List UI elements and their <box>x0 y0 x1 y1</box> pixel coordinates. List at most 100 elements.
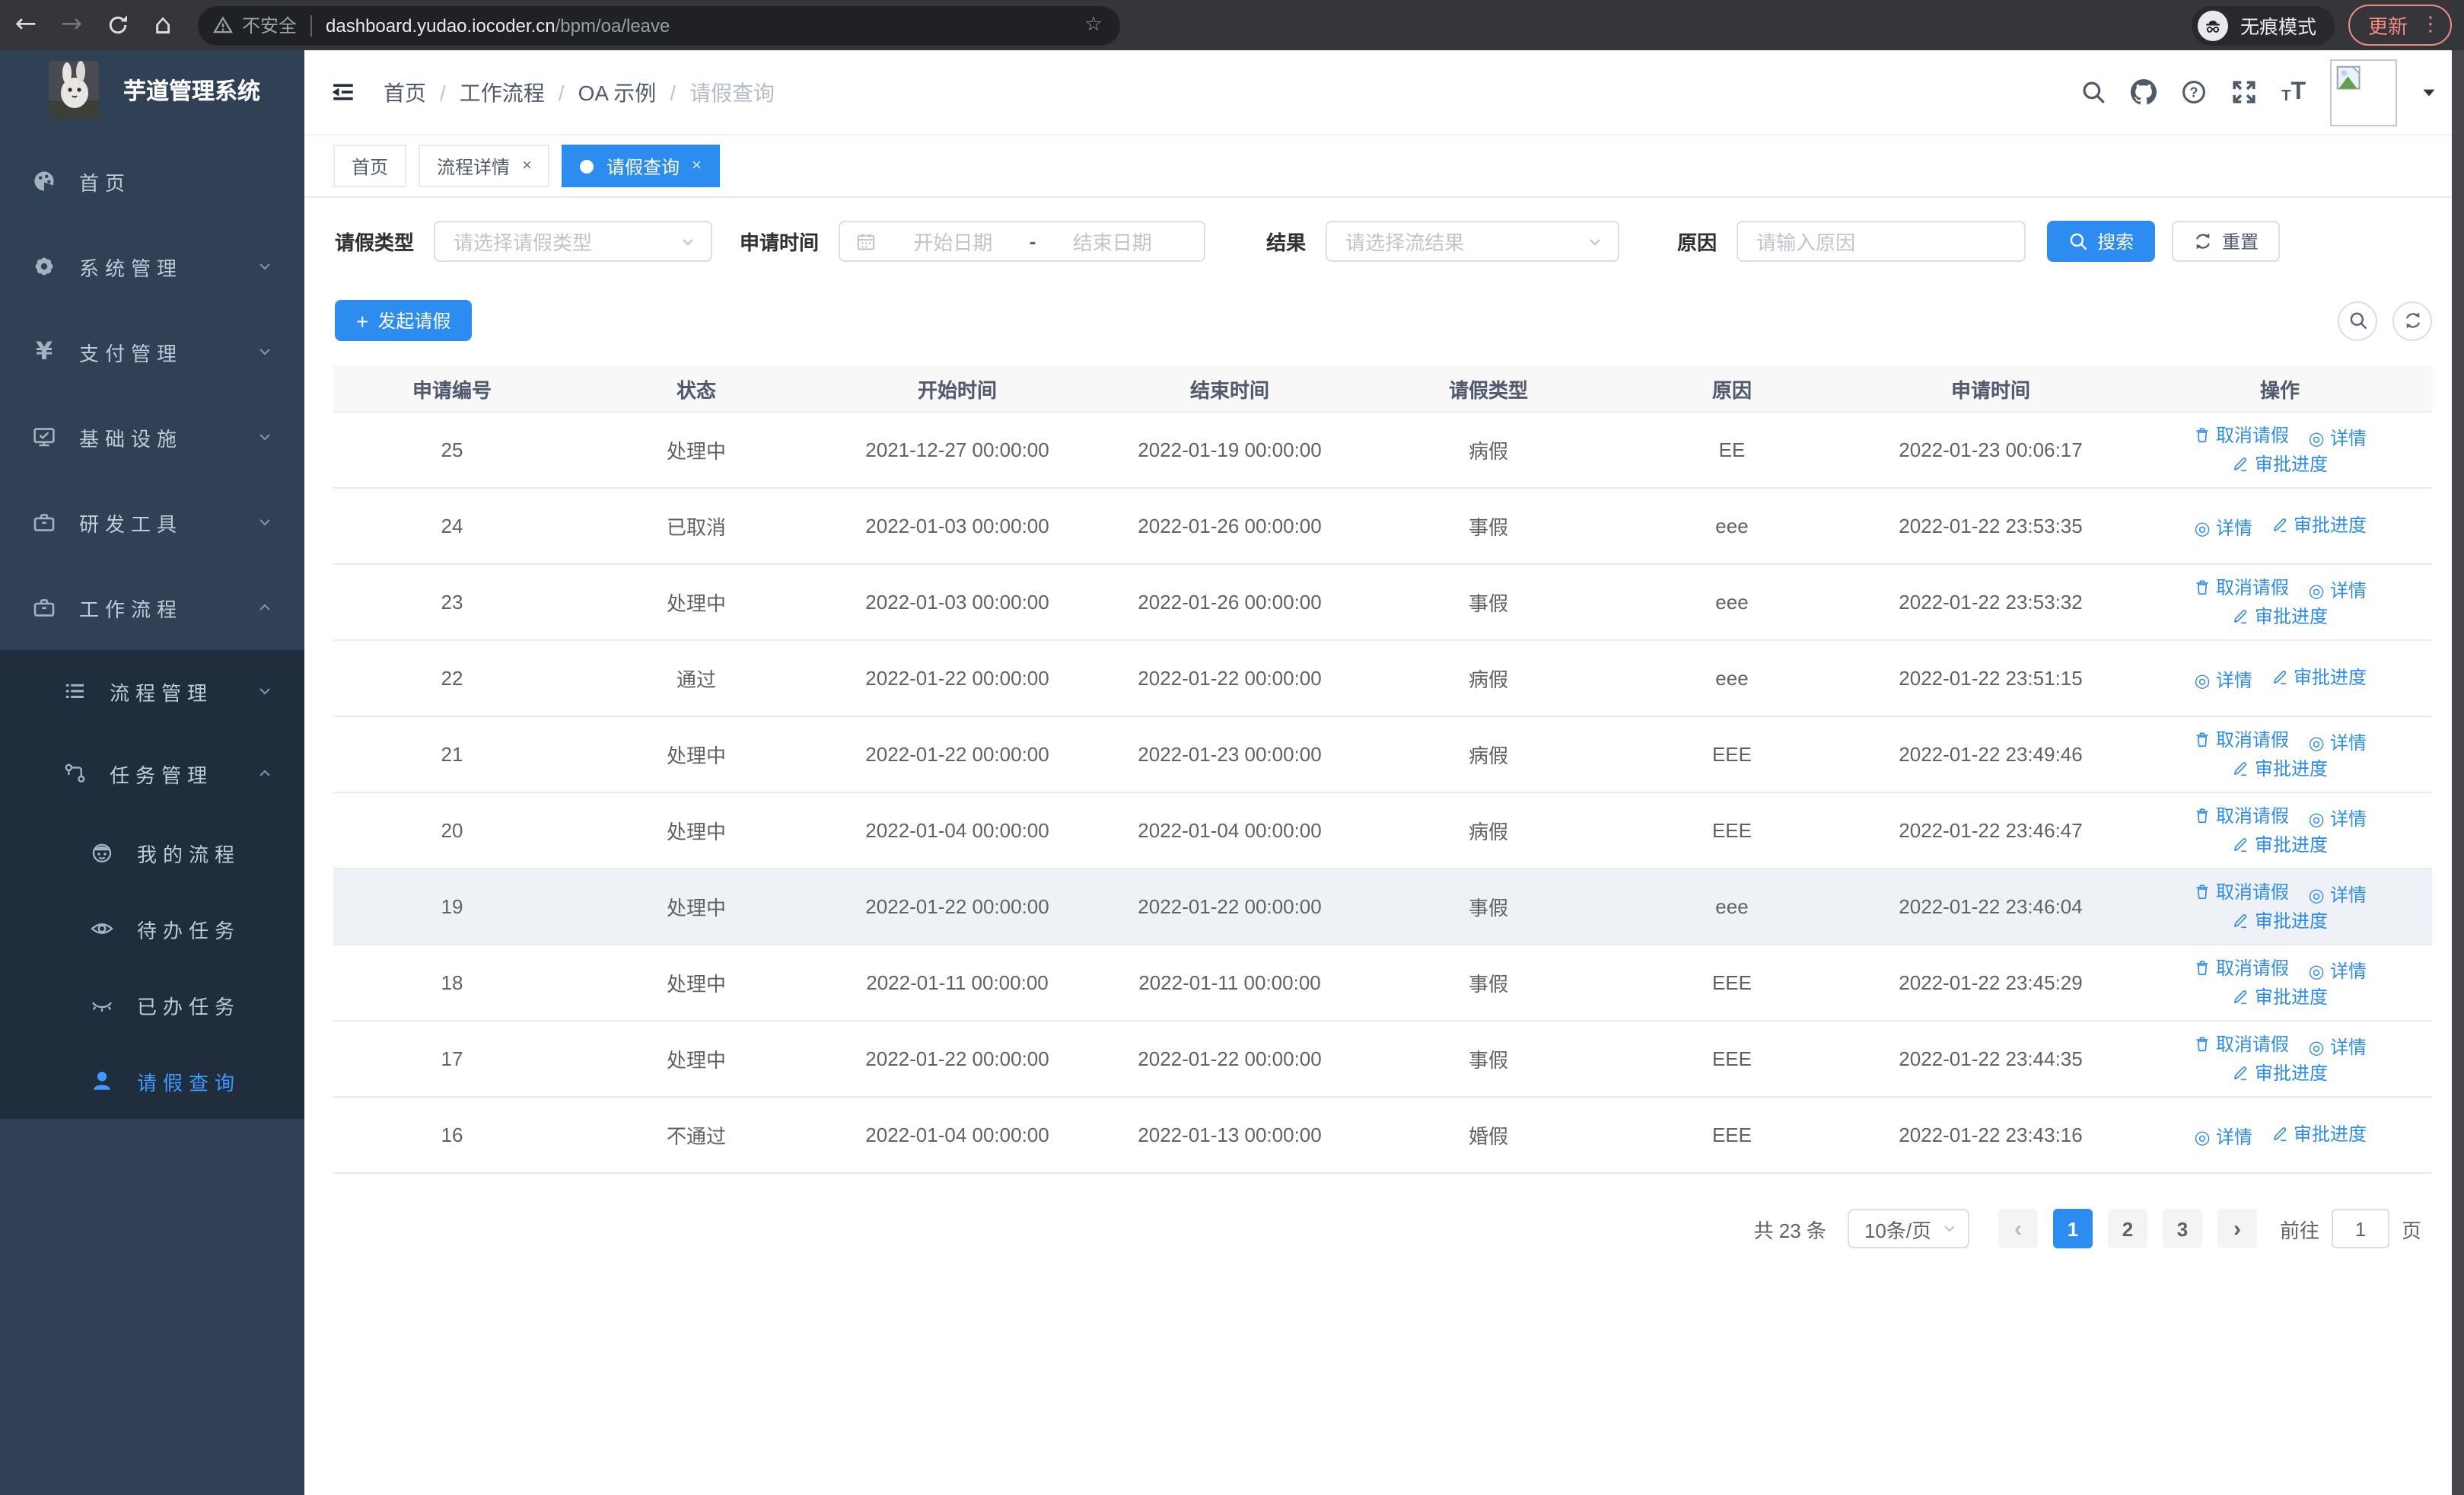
reset-button[interactable]: 重置 <box>2172 221 2281 262</box>
close-icon[interactable]: × <box>692 157 702 174</box>
pen-icon <box>2232 836 2250 854</box>
search-button[interactable]: 搜索 <box>2047 221 2156 262</box>
app-header: 首页 / 工作流程 / OA 示例 / 请假查询 ? TT <box>304 50 2452 134</box>
approval-progress-link[interactable]: 审批进度 <box>2232 908 2328 934</box>
table-row: 20 处理中 2022-01-04 00:00:00 2022-01-04 00:00… <box>333 793 2432 869</box>
question-icon[interactable]: ? <box>2181 79 2207 105</box>
eye-closed-icon <box>90 993 114 1017</box>
apply-time-range-picker[interactable]: 开始日期 - 结束日期 <box>839 221 1206 262</box>
sidebar-item-devtools[interactable]: 研发工具 <box>0 480 304 565</box>
cancel-leave-link[interactable]: 取消请假 <box>2193 575 2289 601</box>
next-page-button[interactable]: › <box>2217 1209 2257 1248</box>
eye-icon <box>90 916 114 941</box>
sidebar-item-home[interactable]: 首页 <box>0 139 304 224</box>
approval-progress-link[interactable]: 审批进度 <box>2271 512 2367 537</box>
cancel-leave-link[interactable]: 取消请假 <box>2193 879 2289 905</box>
detail-link[interactable]: ◎ 详情 <box>2307 730 2367 756</box>
date-end-placeholder[interactable]: 结束日期 <box>1036 227 1189 256</box>
sidebar-item-done-task[interactable]: 已办任务 <box>0 967 304 1043</box>
sidebar-item-workflow[interactable]: 工作流程 <box>0 565 304 650</box>
tab-process-detail[interactable]: 流程详情 × <box>419 145 550 187</box>
yen-icon: ¥ <box>35 336 53 365</box>
approval-progress-link[interactable]: 审批进度 <box>2232 832 2328 858</box>
page-button-3[interactable]: 3 <box>2162 1209 2202 1248</box>
table-row: 21 处理中 2022-01-22 00:00:00 2022-01-23 00:00… <box>333 717 2432 793</box>
refresh-table-button[interactable] <box>2392 301 2432 340</box>
close-icon[interactable]: × <box>522 157 532 174</box>
update-label: 更新 <box>2367 15 2408 38</box>
detail-link[interactable]: ◎ 详情 <box>2307 578 2367 604</box>
cancel-leave-link[interactable]: 取消请假 <box>2193 803 2289 829</box>
leave-type-select[interactable]: 请选择请假类型 <box>434 221 713 262</box>
sidebar-item-payment[interactable]: ¥ 支付管理 <box>0 309 304 394</box>
breadcrumb-item[interactable]: 首页 <box>384 77 426 107</box>
sidebar-item-my-process[interactable]: 我的流程 <box>0 814 304 891</box>
prev-page-button[interactable]: ‹ <box>1998 1209 2038 1248</box>
update-button[interactable]: 更新 ⋮ <box>2348 5 2452 46</box>
url-path: /bpm/oa/leave <box>555 14 670 36</box>
url-bar[interactable]: 不安全 dashboard.yudao.iocoder.cn /bpm/oa/l… <box>198 5 1120 45</box>
page-scrollbar[interactable] <box>2452 50 2464 1495</box>
cancel-leave-link[interactable]: 取消请假 <box>2193 955 2289 981</box>
avatar[interactable] <box>2330 59 2397 126</box>
date-start-placeholder[interactable]: 开始日期 <box>877 227 1030 256</box>
breadcrumb-item[interactable]: 工作流程 <box>460 77 545 107</box>
back-button[interactable]: ← <box>6 5 46 45</box>
forward-button[interactable]: → <box>52 5 91 45</box>
page-button-2[interactable]: 2 <box>2107 1209 2147 1248</box>
reload-button[interactable] <box>97 5 137 45</box>
approval-progress-link[interactable]: 审批进度 <box>2232 1060 2328 1086</box>
goto-page-input[interactable]: 1 <box>2331 1209 2389 1248</box>
create-leave-button[interactable]: + 发起请假 <box>335 300 473 341</box>
page-button-1[interactable]: 1 <box>2052 1209 2093 1248</box>
approval-progress-link[interactable]: 审批进度 <box>2232 756 2328 782</box>
table-cell: 25 <box>441 438 463 461</box>
github-icon[interactable] <box>2131 79 2157 105</box>
search-icon[interactable] <box>2080 79 2106 105</box>
sidebar-item-infra[interactable]: 基础设施 <box>0 394 304 480</box>
sidebar-item-task-mgmt[interactable]: 任务管理 <box>0 732 304 814</box>
image-placeholder-icon <box>2335 63 2365 94</box>
fullscreen-icon[interactable] <box>2231 79 2257 105</box>
detail-link[interactable]: ◎ 详情 <box>2307 806 2367 832</box>
table-cell: 2022-01-19 00:00:00 <box>1138 438 1322 461</box>
cancel-leave-link[interactable]: 取消请假 <box>2193 422 2289 448</box>
breadcrumb-item[interactable]: OA 示例 <box>578 77 657 107</box>
detail-link[interactable]: ◎ 详情 <box>2307 958 2367 984</box>
cancel-leave-link[interactable]: 取消请假 <box>2193 1031 2289 1057</box>
flow-icon <box>62 761 87 786</box>
hide-search-button[interactable] <box>2338 301 2377 340</box>
approval-progress-link[interactable]: 审批进度 <box>2232 451 2328 477</box>
result-select[interactable]: 请选择流结果 <box>1326 221 1620 262</box>
tab-leave-query[interactable]: 请假查询 × <box>562 145 720 187</box>
star-icon[interactable]: ☆ <box>1082 14 1105 37</box>
font-size-icon[interactable]: TT <box>2281 79 2306 104</box>
breadcrumb-separator: / <box>670 80 676 104</box>
table-cell: 2022-01-13 00:00:00 <box>1138 1124 1322 1146</box>
tab-home[interactable]: 首页 <box>333 145 407 187</box>
detail-link[interactable]: ◎ 详情 <box>2307 882 2367 908</box>
sidebar-item-process-mgmt[interactable]: 流程管理 <box>0 650 304 732</box>
detail-link[interactable]: ◎ 详情 <box>2307 1034 2367 1060</box>
approval-progress-link[interactable]: 审批进度 <box>2271 664 2367 690</box>
detail-link[interactable]: ◎ 详情 <box>2193 667 2252 693</box>
table-cell: 处理中 <box>666 973 726 996</box>
detail-link[interactable]: ◎ 详情 <box>2193 1124 2252 1149</box>
dots-vertical-icon[interactable]: ⋮ <box>2421 14 2440 36</box>
reason-input[interactable]: 请输入原因 <box>1737 221 2026 262</box>
approval-progress-link[interactable]: 审批进度 <box>2232 984 2328 1010</box>
home-button[interactable]: ⌂ <box>143 5 183 45</box>
approval-progress-link[interactable]: 审批进度 <box>2271 1120 2367 1146</box>
approval-progress-link[interactable]: 审批进度 <box>2232 604 2328 630</box>
list-icon <box>62 679 87 703</box>
sidebar-item-system[interactable]: 系统管理 <box>0 224 304 309</box>
sidebar-item-todo-task[interactable]: 待办任务 <box>0 891 304 967</box>
cancel-leave-link[interactable]: 取消请假 <box>2193 727 2289 753</box>
page-size-select[interactable]: 10条/页 <box>1847 1209 1969 1248</box>
detail-link[interactable]: ◎ 详情 <box>2307 426 2367 451</box>
caret-down-icon[interactable] <box>2421 84 2437 100</box>
detail-link[interactable]: ◎ 详情 <box>2193 515 2252 540</box>
table-cell: eee <box>1715 515 1749 537</box>
hamburger-collapse-icon[interactable] <box>330 79 356 105</box>
sidebar-item-leave-query[interactable]: 请假查询 <box>0 1043 304 1119</box>
